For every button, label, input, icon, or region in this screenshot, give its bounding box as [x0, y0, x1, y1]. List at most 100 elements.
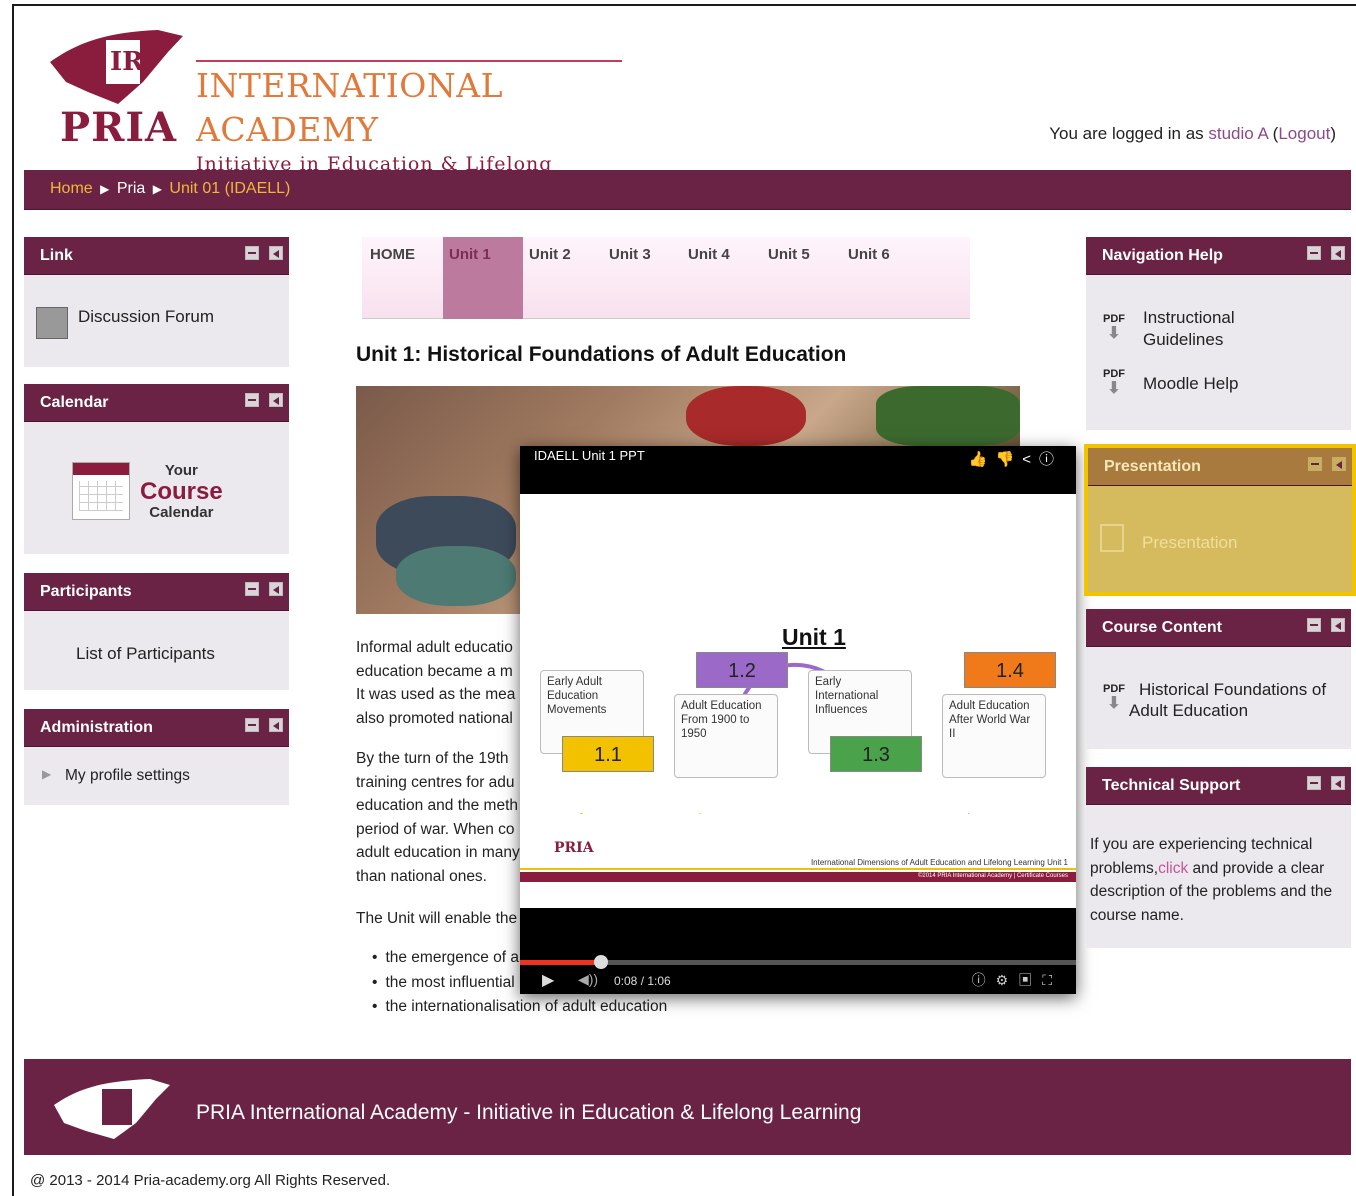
moodle-help-link[interactable]: Moodle Help [1143, 374, 1238, 394]
historical-foundations-link[interactable]: Historical Foundations of Adult Educatio… [1129, 679, 1339, 721]
play-icon[interactable]: ▶ [542, 970, 554, 990]
breadcrumb-home[interactable]: Home [50, 180, 93, 197]
slide-footer: International Dimensions of Adult Educat… [520, 858, 1076, 908]
video-controls: ▶ ◀)) 0:08 / 1:06 ⓘ⚙▣⛶ [520, 908, 1076, 994]
course-calendar-link[interactable]: Your Course Calendar [140, 462, 223, 522]
like-icon[interactable]: 👍 [969, 451, 996, 468]
calendar-block-header: Calendar [24, 384, 289, 422]
badge-1-3: 1.3 [830, 736, 922, 772]
collapse-icon[interactable] [1307, 776, 1321, 790]
film-icon [1100, 524, 1124, 552]
breadcrumb-separator-icon: ▶ [100, 182, 110, 196]
presentation-block: Presentation Presentation [1088, 448, 1352, 592]
volume-icon[interactable]: ◀)) [578, 971, 598, 988]
dislike-icon[interactable]: 👎 [996, 451, 1023, 468]
technical-support-header: Technical Support [1086, 767, 1351, 805]
slide-frame: Unit 1 Early Adult Education Movements A… [520, 494, 1076, 908]
breadcrumb-unit[interactable]: Unit 01 (IDAELL) [169, 180, 290, 197]
video-top-icons: 👍👎<ⓘ [969, 448, 1062, 469]
technical-support-text: If you are experiencing technical proble… [1090, 836, 1333, 924]
dock-icon[interactable] [269, 246, 283, 260]
logout-link[interactable]: Logout [1278, 124, 1330, 143]
slide-logo: PRIA [554, 840, 594, 856]
footer-text: PRIA International Academy - Initiative … [196, 1101, 862, 1124]
instructional-guidelines-link[interactable]: Instructional Guidelines [1143, 307, 1293, 351]
collapse-icon[interactable] [1308, 457, 1322, 471]
breadcrumb-separator-icon: ▶ [152, 182, 162, 196]
dock-icon[interactable] [1332, 457, 1346, 471]
presentation-header: Presentation [1088, 448, 1352, 486]
support-click-link[interactable]: click [1158, 860, 1188, 877]
card-4: Adult Education After World War II [942, 694, 1046, 778]
breadcrumb: Home ▶ Pria ▶ Unit 01 (IDAELL) [50, 180, 290, 198]
collapse-icon[interactable] [245, 582, 259, 596]
unit-tabs: HOME Unit 1 Unit 2 Unit 3 Unit 4 Unit 5 … [362, 237, 970, 319]
forum-icon [36, 307, 68, 339]
academy-title: INTERNATIONAL ACADEMY [196, 66, 503, 149]
video-progress-bar[interactable] [520, 955, 1076, 969]
tab-unit-3[interactable]: Unit 3 [603, 237, 683, 319]
navigation-help-block: Navigation Help PDF ⬇ Instructional Guide… [1086, 237, 1351, 430]
video-title[interactable]: IDAELL Unit 1 PPT [534, 448, 645, 463]
pdf-icon: PDF ⬇ [1103, 683, 1125, 712]
cc-icon[interactable]: ⓘ [972, 972, 996, 988]
login-info: You are logged in as studio A (Logout) [1049, 124, 1336, 143]
logo-brush-mark: IR [50, 30, 183, 104]
tab-unit-4[interactable]: Unit 4 [683, 237, 763, 319]
dock-icon[interactable] [1331, 246, 1345, 260]
breadcrumb-pria[interactable]: Pria [117, 180, 145, 197]
collapse-icon[interactable] [1307, 246, 1321, 260]
list-of-participants-link[interactable]: List of Participants [76, 644, 215, 664]
dock-icon[interactable] [1331, 618, 1345, 632]
course-content-header: Course Content [1086, 609, 1351, 647]
tab-unit-6[interactable]: Unit 6 [843, 237, 923, 319]
collapse-icon[interactable] [245, 718, 259, 732]
user-link[interactable]: studio A [1208, 124, 1268, 143]
tab-unit-5[interactable]: Unit 5 [763, 237, 843, 319]
collapse-icon[interactable] [245, 393, 259, 407]
svg-text:IR: IR [110, 47, 144, 77]
youtube-icon[interactable]: ▣ [1018, 972, 1042, 988]
video-player[interactable]: IDAELL Unit 1 PPT 👍👎<ⓘ Unit 1 Early Adul… [520, 446, 1076, 994]
info-icon[interactable]: ⓘ [1039, 451, 1062, 468]
badge-1-4: 1.4 [964, 652, 1056, 688]
copyright: @ 2013 - 2014 Pria-academy.org All Right… [30, 1172, 391, 1189]
calendar-icon[interactable] [72, 462, 130, 520]
link-block-header: Link [24, 237, 289, 275]
dock-icon[interactable] [269, 582, 283, 596]
fullscreen-icon[interactable]: ⛶ [1042, 972, 1062, 988]
presentation-link[interactable]: Presentation [1142, 533, 1237, 553]
tab-unit-1[interactable]: Unit 1 [443, 237, 523, 319]
tab-home[interactable]: HOME [362, 237, 443, 319]
dock-icon[interactable] [269, 718, 283, 732]
pdf-icon: PDF ⬇ [1103, 368, 1125, 397]
video-time: 0:08 / 1:06 [614, 974, 671, 988]
footer: PRIA International Academy - Initiative … [24, 1059, 1351, 1155]
logo-wordmark: PRIA [60, 104, 178, 151]
navigation-help-header: Navigation Help [1086, 237, 1351, 275]
badge-1-2: 1.2 [696, 652, 788, 688]
participants-block-header: Participants [24, 573, 289, 611]
expand-arrow-icon[interactable]: ▶ [42, 767, 51, 781]
dock-icon[interactable] [269, 393, 283, 407]
administration-block-header: Administration [24, 709, 289, 747]
calendar-block: Calendar Your Course Calendar [24, 384, 289, 554]
my-profile-settings-link[interactable]: My profile settings [65, 767, 190, 785]
collapse-icon[interactable] [1307, 618, 1321, 632]
link-block: Link Discussion Forum [24, 237, 289, 367]
course-content-block: Course Content PDF ⬇ Historical Foundatio… [1086, 609, 1351, 749]
tab-unit-2[interactable]: Unit 2 [523, 237, 603, 319]
administration-block: Administration ▶ My profile settings [24, 709, 289, 805]
badge-1-1: 1.1 [562, 736, 654, 772]
share-icon[interactable]: < [1022, 451, 1039, 468]
list-item: the internationalisation of adult educat… [372, 995, 667, 1020]
dock-icon[interactable] [1331, 776, 1345, 790]
pria-logo[interactable]: IR PRIA [48, 22, 188, 151]
collapse-icon[interactable] [245, 246, 259, 260]
settings-icon[interactable]: ⚙ [996, 972, 1019, 988]
discussion-forum-link[interactable]: Discussion Forum [78, 307, 214, 327]
pdf-icon: PDF ⬇ [1103, 313, 1125, 342]
page-title: Unit 1: Historical Foundations of Adult … [356, 343, 847, 366]
progress-knob[interactable] [594, 955, 608, 969]
video-right-controls: ⓘ⚙▣⛶ [972, 970, 1062, 990]
